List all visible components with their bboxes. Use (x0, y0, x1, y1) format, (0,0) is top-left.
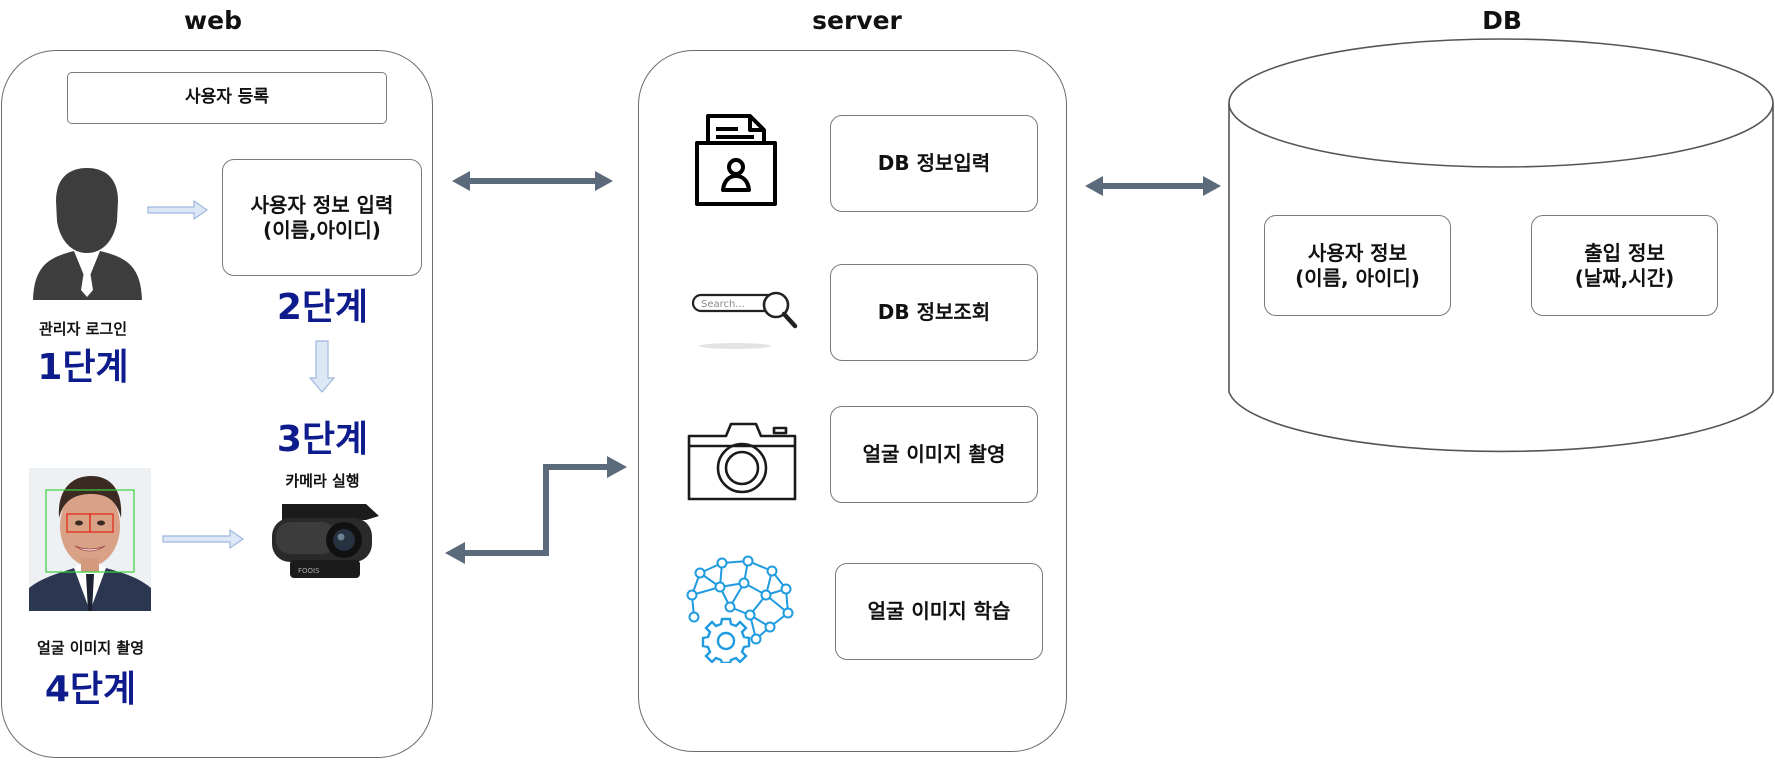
connector-arrows (445, 171, 1221, 564)
